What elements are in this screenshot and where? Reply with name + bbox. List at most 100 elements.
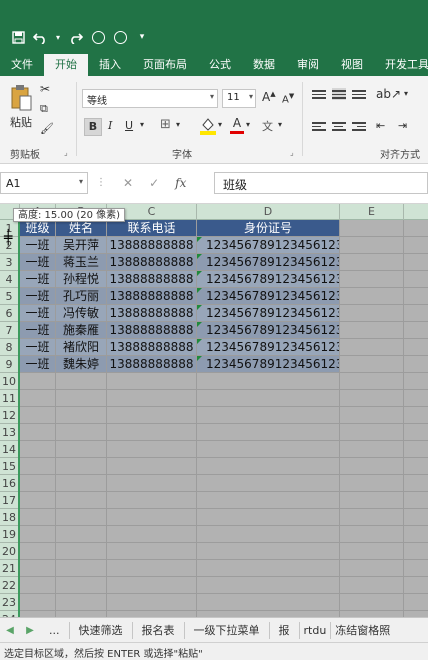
cell[interactable]: 123456789123456123 <box>197 237 340 254</box>
cell[interactable] <box>404 339 428 356</box>
sheet-tab[interactable]: rtdu <box>300 621 332 639</box>
row-header[interactable]: 22 <box>0 577 18 594</box>
cell[interactable] <box>20 577 56 594</box>
wen-icon[interactable]: 文 <box>262 118 273 134</box>
copy-icon[interactable]: ⧉ <box>40 102 48 116</box>
cell[interactable] <box>404 288 428 305</box>
row-header[interactable]: 14 <box>0 441 18 458</box>
cell[interactable]: 123456789123456123 <box>197 322 340 339</box>
cell[interactable]: 联系电话 <box>107 220 197 237</box>
sheet-tab[interactable]: 报 <box>270 621 300 639</box>
row-header[interactable]: 6 <box>0 305 18 322</box>
cell[interactable]: 姓名 <box>56 220 107 237</box>
cell[interactable] <box>107 577 197 594</box>
orientation-icon[interactable]: ab↗ <box>376 87 401 101</box>
cell[interactable]: 一班 <box>20 271 56 288</box>
cancel-icon[interactable]: ✕ <box>123 176 133 190</box>
increase-indent-icon[interactable]: ⇥ <box>398 119 407 132</box>
chevron-down-icon[interactable]: ▾ <box>278 120 282 129</box>
cell[interactable] <box>340 305 404 322</box>
cell[interactable] <box>404 458 428 475</box>
cell[interactable] <box>197 373 340 390</box>
cell[interactable]: 蒋玉兰 <box>56 254 107 271</box>
cell[interactable] <box>340 390 404 407</box>
cell[interactable] <box>404 492 428 509</box>
row-header[interactable]: 18 <box>0 509 18 526</box>
cell[interactable] <box>340 509 404 526</box>
cell[interactable] <box>340 475 404 492</box>
row-header[interactable]: 3 <box>0 254 18 271</box>
cell[interactable] <box>20 424 56 441</box>
cell[interactable] <box>20 526 56 543</box>
cell[interactable] <box>404 407 428 424</box>
cell[interactable] <box>404 237 428 254</box>
cell[interactable] <box>340 271 404 288</box>
insert-function-icon[interactable]: fx <box>175 176 186 190</box>
cell[interactable] <box>404 560 428 577</box>
paste-button[interactable]: 粘贴 <box>10 114 32 130</box>
cell[interactable] <box>404 441 428 458</box>
row-header[interactable]: 17 <box>0 492 18 509</box>
row-header[interactable]: 9 <box>0 356 18 373</box>
align-right-icon[interactable] <box>352 120 366 132</box>
cell[interactable] <box>404 322 428 339</box>
grow-font-button[interactable]: A▲ <box>262 90 276 104</box>
cell[interactable] <box>56 577 107 594</box>
tab-insert[interactable]: 插入 <box>88 54 132 76</box>
tab-formulas[interactable]: 公式 <box>198 54 242 76</box>
dialog-launcher-icon[interactable]: ⌟ <box>290 148 294 157</box>
shrink-font-button[interactable]: A▼ <box>282 92 294 105</box>
cell[interactable] <box>340 543 404 560</box>
cell[interactable] <box>56 509 107 526</box>
row-header[interactable]: 10 <box>0 373 18 390</box>
cell[interactable]: 施秦雁 <box>56 322 107 339</box>
cell[interactable] <box>107 441 197 458</box>
tab-view[interactable]: 视图 <box>330 54 374 76</box>
fill-color-icon[interactable] <box>200 116 216 136</box>
cell[interactable] <box>340 237 404 254</box>
sheet-tab-more[interactable]: ... <box>40 621 70 639</box>
cell[interactable] <box>56 441 107 458</box>
chevron-down-icon[interactable]: ▾ <box>404 89 408 98</box>
row-header[interactable]: 4 <box>0 271 18 288</box>
undo-icon[interactable] <box>32 29 48 45</box>
cell[interactable] <box>404 526 428 543</box>
cell[interactable] <box>197 407 340 424</box>
cell[interactable]: 一班 <box>20 305 56 322</box>
cell[interactable] <box>340 424 404 441</box>
cell[interactable] <box>20 560 56 577</box>
cell[interactable]: 一班 <box>20 288 56 305</box>
cell[interactable]: 魏朱婷 <box>56 356 107 373</box>
formula-input[interactable]: 班级 <box>214 172 428 194</box>
row-header[interactable]: 11 <box>0 390 18 407</box>
cell[interactable] <box>107 526 197 543</box>
row-header[interactable]: 15 <box>0 458 18 475</box>
redo-icon[interactable] <box>68 29 84 45</box>
font-name-select[interactable]: 等线 ▾ <box>82 89 218 108</box>
cell[interactable] <box>404 254 428 271</box>
cell[interactable] <box>404 594 428 611</box>
underline-button[interactable]: U <box>125 119 133 132</box>
cell[interactable] <box>197 441 340 458</box>
chevron-down-icon[interactable]: ▾ <box>176 120 180 129</box>
font-size-select[interactable]: 11 ▾ <box>222 89 256 108</box>
name-box[interactable]: A1 ▾ <box>0 172 88 194</box>
cell[interactable]: 一班 <box>20 237 56 254</box>
cell[interactable] <box>56 594 107 611</box>
cell[interactable] <box>197 390 340 407</box>
scroll-left-icon[interactable]: ◀ <box>0 625 20 636</box>
cell[interactable] <box>340 407 404 424</box>
font-color-icon[interactable]: A <box>230 116 244 136</box>
cell[interactable]: 123456789123456123 <box>197 339 340 356</box>
italic-button[interactable]: I <box>108 119 112 132</box>
cell[interactable] <box>197 458 340 475</box>
decrease-indent-icon[interactable]: ⇤ <box>376 119 385 132</box>
cell[interactable]: 一班 <box>20 356 56 373</box>
cell[interactable]: 13888888888 <box>107 322 197 339</box>
chevron-down-icon[interactable]: ▾ <box>140 120 144 129</box>
row-header[interactable]: 20 <box>0 543 18 560</box>
dialog-launcher-icon[interactable]: ⌟ <box>64 148 68 157</box>
column-header-d[interactable]: D <box>197 204 340 220</box>
cell[interactable] <box>197 543 340 560</box>
row-header[interactable]: 19 <box>0 526 18 543</box>
